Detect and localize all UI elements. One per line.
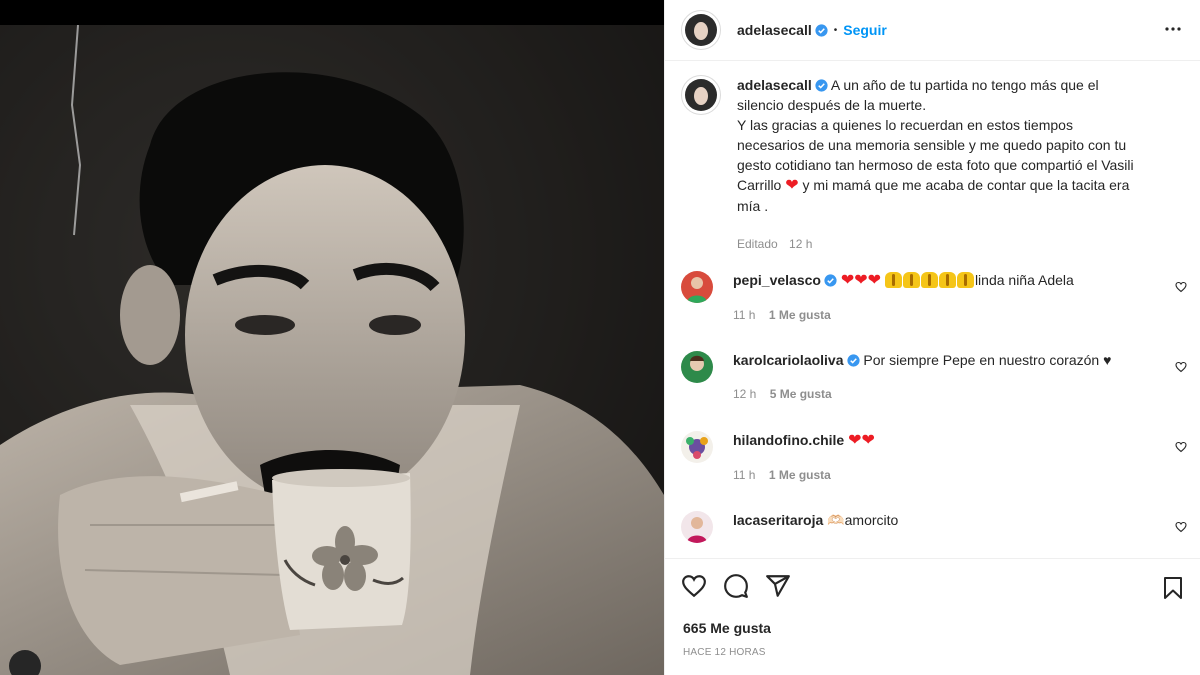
pray-emoji	[920, 272, 938, 288]
photo-image	[0, 25, 664, 675]
comment-text: Por siempre Pepe en nuestro corazón ♥	[863, 352, 1112, 368]
posted-ago[interactable]: HACE 12 HORAS	[683, 647, 766, 658]
commenter-username[interactable]: karolcariolaoliva	[733, 352, 844, 368]
post-actions: 665 Me gusta HACE 12 HORAS	[665, 558, 1200, 675]
pray-emoji	[884, 272, 902, 288]
comment-time[interactable]: 11 h	[733, 468, 755, 482]
heart-emoji: ❤❤	[848, 432, 875, 449]
verified-icon	[824, 274, 837, 287]
caption-time[interactable]: 12 h	[789, 237, 812, 251]
commenter-avatar[interactable]	[681, 511, 713, 543]
caption-author-avatar[interactable]	[681, 75, 721, 115]
heart-icon[interactable]	[1175, 521, 1187, 533]
comment-text: linda niña Adela	[974, 272, 1074, 288]
verified-icon	[815, 79, 828, 92]
post-side-panel: adelasecall • Seguir adelasecall A un añ…	[664, 0, 1200, 675]
author-avatar[interactable]	[681, 10, 721, 50]
separator-dot: •	[833, 24, 838, 36]
heart-icon[interactable]	[1175, 361, 1187, 373]
commenter-avatar[interactable]	[681, 271, 713, 303]
user-tag-icon[interactable]	[9, 650, 41, 675]
heart-icon[interactable]	[1175, 281, 1187, 293]
caption-meta: Editado 12 h	[737, 234, 1137, 254]
commenter-username[interactable]: pepi_velasco	[733, 272, 821, 288]
comment-item: karolcariolaoliva Por siempre Pepe en nu…	[665, 351, 1200, 401]
heart-emoji: ❤	[785, 177, 799, 194]
comment-meta: 11 h 1 Me gusta	[733, 308, 1153, 322]
pray-emoji	[902, 272, 920, 288]
verified-icon	[815, 23, 828, 37]
commenter-username[interactable]: lacaseritaroja	[733, 512, 823, 528]
commenter-username[interactable]: hilandofino.chile	[733, 432, 844, 448]
post-header: adelasecall • Seguir	[665, 0, 1200, 61]
comment-time[interactable]: 12 h	[733, 387, 756, 401]
comment-likes[interactable]: 5 Me gusta	[770, 387, 832, 401]
pray-emoji	[956, 272, 974, 288]
more-options-icon[interactable]	[1164, 20, 1182, 38]
comment-meta: 12 h 5 Me gusta	[733, 387, 1153, 401]
author-username[interactable]: adelasecall	[737, 22, 812, 38]
heart-icon[interactable]	[1175, 441, 1187, 453]
caption-username[interactable]: adelasecall	[737, 77, 812, 93]
pray-emoji	[938, 272, 956, 288]
comments-scroll-area[interactable]: adelasecall A un año de tu partida no te…	[665, 61, 1200, 558]
commenter-avatar[interactable]	[681, 351, 713, 383]
follow-button[interactable]: Seguir	[843, 22, 887, 38]
commenter-avatar[interactable]	[681, 431, 713, 463]
comment-item: pepi_velasco ❤❤❤ linda niña Adela 11 h 1…	[665, 271, 1200, 322]
heart-emoji: ❤❤❤	[840, 272, 882, 289]
verified-icon	[846, 354, 860, 367]
comment-icon[interactable]	[723, 573, 749, 599]
post-photo[interactable]	[0, 0, 664, 675]
comment-item: hilandofino.chile ❤❤ 11 h 1 Me gusta	[665, 431, 1200, 482]
likes-count[interactable]: 665 Me gusta	[683, 620, 771, 636]
comment-likes[interactable]: 1 Me gusta	[769, 468, 831, 482]
comment-meta: 11 h 1 Me gusta	[733, 468, 1153, 482]
bookmark-icon[interactable]	[1161, 575, 1185, 601]
comment-likes[interactable]: 1 Me gusta	[769, 308, 831, 322]
edited-label: Editado	[737, 237, 778, 251]
post-caption: adelasecall A un año de tu partida no te…	[665, 61, 1200, 254]
share-icon[interactable]	[765, 573, 791, 599]
comment-text: 🫶🏻amorcito	[827, 512, 899, 528]
heart-icon[interactable]	[681, 573, 707, 599]
comment-item: lacaseritaroja 🫶🏻amorcito	[665, 511, 1200, 543]
comment-time[interactable]: 11 h	[733, 308, 755, 322]
